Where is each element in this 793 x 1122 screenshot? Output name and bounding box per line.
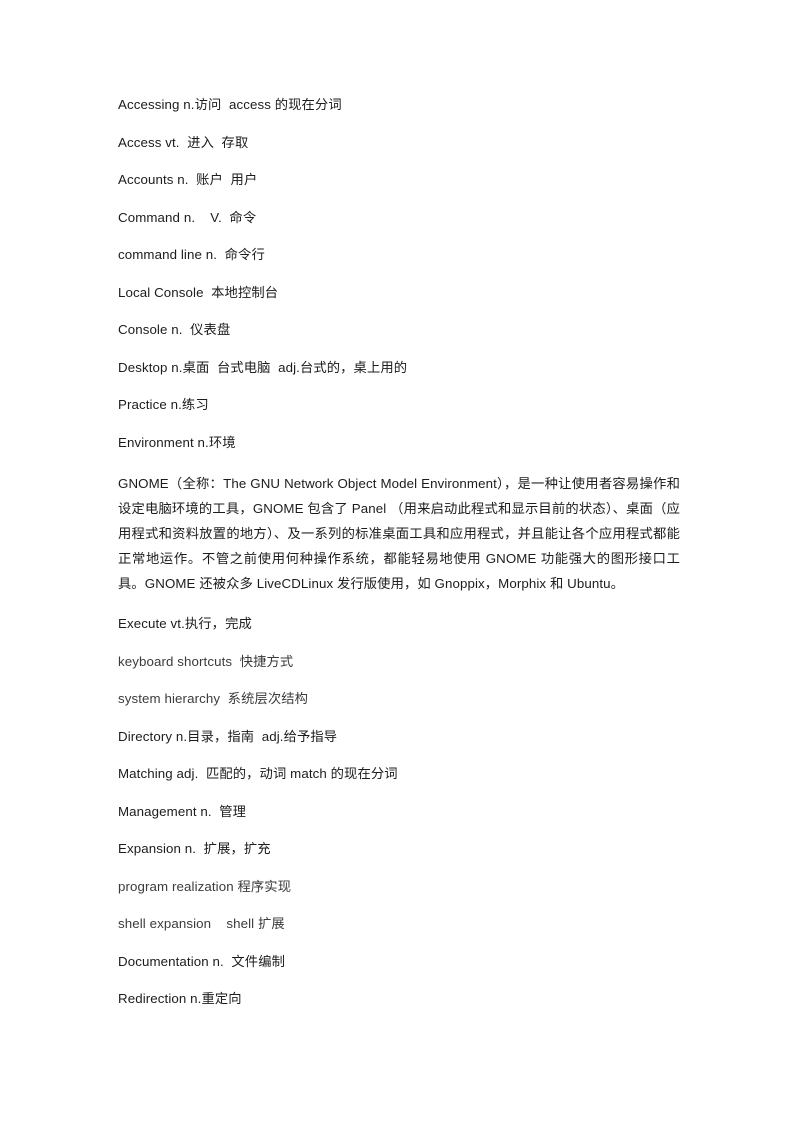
glossary-entry-console: Console n. 仪表盘 [118, 322, 231, 337]
glossary-entry-local-console: Local Console 本地控制台 [118, 284, 279, 300]
glossary-entry-shell-expansion: shell expansion shell 扩展 [118, 916, 285, 931]
glossary-entry-matching: Matching adj. 匹配的，动词 match 的现在分词 [118, 766, 398, 781]
glossary-entry-command-line: command line n. 命令行 [118, 247, 265, 262]
glossary-entry-accounts: Accounts n. 账户 用户 [118, 172, 258, 187]
document-page: Accessing n.访问 access 的现在分词 Access vt. 进… [0, 0, 793, 1122]
glossary-entry-expansion: Expansion n. 扩展，扩充 [118, 841, 271, 856]
glossary-entry-access: Access vt. 进入 存取 [118, 134, 249, 150]
glossary-entry-system-hierarchy: system hierarchy 系统层次结构 [118, 691, 309, 706]
glossary-entry-command: Command n. V. 命令 [118, 209, 257, 225]
glossary-entry-program-realization: program realization 程序实现 [118, 878, 292, 894]
glossary-entry-practice: Practice n.练习 [118, 397, 209, 412]
glossary-entry-redirection: Redirection n.重定向 [118, 991, 242, 1006]
glossary-entry-management: Management n. 管理 [118, 803, 247, 819]
glossary-entry-accessing: Accessing n.访问 access 的现在分词 [118, 97, 342, 112]
glossary-entry-desktop: Desktop n.桌面 台式电脑 adj.台式的，桌上用的 [118, 359, 408, 375]
gnome-description-paragraph: GNOME（全称：The GNU Network Object Model En… [118, 476, 680, 591]
glossary-entry-environment: Environment n.环境 [118, 434, 236, 450]
glossary-list: Accessing n.访问 access 的现在分词 Access vt. 进… [118, 96, 680, 1008]
glossary-entry-execute: Execute vt.执行，完成 [118, 616, 252, 631]
glossary-entry-keyboard-shortcuts: keyboard shortcuts 快捷方式 [118, 653, 294, 669]
glossary-entry-documentation: Documentation n. 文件编制 [118, 953, 285, 969]
glossary-entry-directory: Directory n.目录，指南 adj.给予指导 [118, 728, 338, 744]
